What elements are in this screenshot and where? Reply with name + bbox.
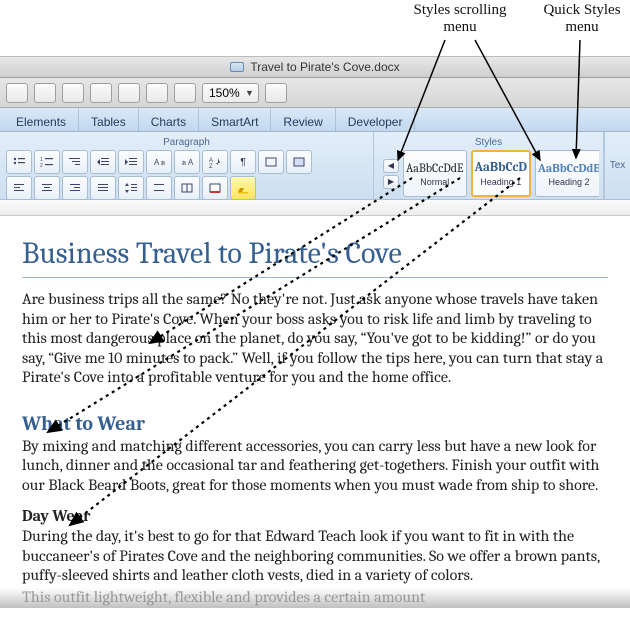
decrease-indent-button[interactable] [90, 150, 116, 174]
ribbon-tabbar: Elements Tables Charts SmartArt Review D… [0, 108, 630, 132]
style-name-heading2: Heading 2 [549, 177, 590, 187]
ribbon-group-styles-label: Styles [378, 135, 599, 148]
annotation-styles-scrolling: Styles scrollingmenu [400, 2, 520, 35]
title-rule [22, 277, 608, 278]
tab-developer[interactable]: Developer [336, 108, 416, 131]
style-name-normal: Normal [420, 177, 449, 187]
style-card-normal[interactable]: AaBbCcDdE Normal [403, 150, 467, 197]
para-spacing-button[interactable] [146, 176, 172, 200]
style-name-heading1: Heading 1 [480, 177, 521, 187]
styles-scroll-right[interactable]: ▶ [383, 175, 399, 189]
toolbar-save-icon[interactable] [90, 83, 112, 103]
ribbon-group-paragraph-label: Paragraph [4, 135, 369, 148]
toolbar-templates-icon[interactable] [34, 83, 56, 103]
style-card-heading2[interactable]: AaBbCcDdE Heading 2 [535, 150, 599, 197]
rtl-direction-button[interactable]: ぁA [174, 150, 200, 174]
ribbon-group-styles: Styles ◀ ▶ AaBbCcDdE Normal AaBbCcD Head… [374, 132, 604, 199]
page-cutoff-gradient: This outfit lightweight, flexible and pr… [0, 588, 630, 608]
doc-paragraph-cutoff: This outfit lightweight, flexible and pr… [22, 588, 608, 606]
highlight-button[interactable] [230, 176, 256, 200]
toolbar-undo-icon[interactable] [146, 83, 168, 103]
bullets-button[interactable] [6, 150, 32, 174]
doc-heading2-day-wear: Day Wear [22, 507, 608, 525]
toolbar-new-doc-icon[interactable] [6, 83, 28, 103]
align-left-button[interactable] [6, 176, 32, 200]
svg-text:Z: Z [209, 164, 213, 168]
style-sample-normal: AaBbCcDdE [406, 161, 464, 175]
numbering-button[interactable]: 12 [34, 150, 60, 174]
multilevel-list-button[interactable] [62, 150, 88, 174]
toolbar-help-icon[interactable] [265, 83, 287, 103]
horizontal-ruler[interactable] [0, 200, 630, 216]
tab-review[interactable]: Review [271, 108, 335, 131]
styles-scroll-left[interactable]: ◀ [383, 159, 399, 173]
line-spacing-button[interactable] [118, 176, 144, 200]
tab-smartart[interactable]: SmartArt [199, 108, 271, 131]
borders-button[interactable] [258, 150, 284, 174]
svg-text:2: 2 [40, 163, 43, 168]
tab-elements[interactable]: Elements [4, 108, 79, 131]
ribbon-group-text-edge: Tex [604, 132, 630, 199]
toolbar-open-icon[interactable] [62, 83, 84, 103]
annotation-quick-styles: Quick Stylesmenu [534, 2, 630, 35]
style-sample-heading2: AaBbCcDdE [538, 161, 599, 175]
doc-heading1-what-to-wear: What to Wear [22, 412, 608, 435]
tab-tables[interactable]: Tables [79, 108, 139, 131]
toolbar-redo-icon[interactable] [174, 83, 196, 103]
style-sample-heading1: AaBbCcD [475, 160, 528, 175]
doc-paragraph-day-wear: During the day, it's best to go for that… [22, 527, 608, 586]
styles-gallery: ◀ ▶ AaBbCcDdE Normal AaBbCcD Heading 1 A… [378, 148, 599, 197]
align-center-button[interactable] [34, 176, 60, 200]
shading-color-button[interactable] [202, 176, 228, 200]
doc-title-heading: Business Travel to Pirate's Cove [22, 236, 608, 271]
printer-icon [230, 62, 244, 72]
document-body[interactable]: Business Travel to Pirate's Cove Are bus… [0, 216, 630, 606]
ribbon-group-paragraph: Paragraph 12 Aぁ ぁA AZ ¶ [0, 132, 374, 199]
sort-button[interactable]: AZ [202, 150, 228, 174]
ltr-direction-button[interactable]: Aぁ [146, 150, 172, 174]
quick-access-toolbar: ▼ [0, 78, 630, 108]
ribbon-group-text-label: Tex [610, 160, 626, 171]
svg-text:A: A [188, 158, 194, 167]
window-titlebar: Travel to Pirate's Cove.docx [0, 56, 630, 78]
shading-button[interactable] [286, 150, 312, 174]
chevron-down-icon[interactable]: ▼ [245, 88, 254, 98]
toolbar-print-icon[interactable] [118, 83, 140, 103]
style-card-heading1[interactable]: AaBbCcD Heading 1 [471, 150, 532, 197]
doc-paragraph-what-to-wear: By mixing and matching different accesso… [22, 437, 608, 496]
justify-button[interactable] [90, 176, 116, 200]
ribbon: Paragraph 12 Aぁ ぁA AZ ¶ [0, 132, 630, 200]
svg-text:ぁ: ぁ [181, 161, 187, 167]
svg-text:ぁ: ぁ [160, 161, 166, 167]
tab-charts[interactable]: Charts [139, 108, 199, 131]
doc-intro-paragraph: Are business trips all the same? No they… [22, 290, 608, 388]
borders-2-button[interactable] [174, 176, 200, 200]
window-title: Travel to Pirate's Cove.docx [250, 60, 399, 74]
styles-scroll-arrows: ◀ ▶ [381, 150, 399, 197]
increase-indent-button[interactable] [118, 150, 144, 174]
show-marks-button[interactable]: ¶ [230, 150, 256, 174]
zoom-input[interactable] [207, 85, 243, 101]
align-right-button[interactable] [62, 176, 88, 200]
zoom-selector[interactable]: ▼ [202, 83, 259, 103]
